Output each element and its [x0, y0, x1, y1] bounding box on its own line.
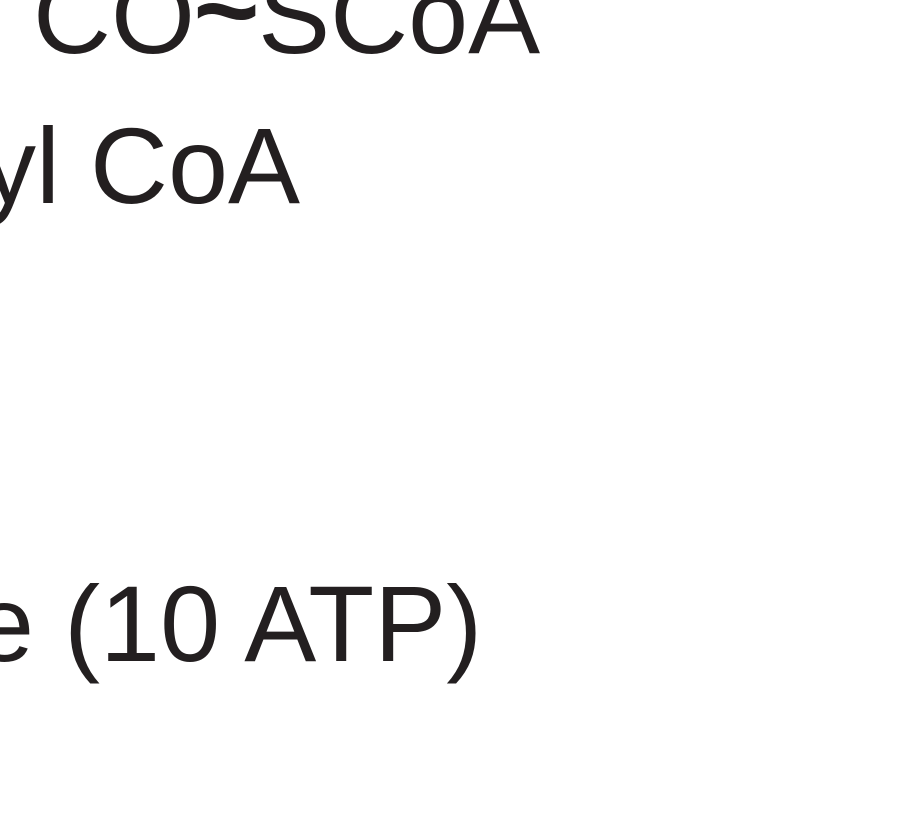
coa-compound-label: yl CoA	[0, 105, 301, 226]
diagram-canvas: CO~SCoA yl CoA e (10 ATP)	[0, 0, 900, 840]
acyl-formula-text: CO~SCoA	[33, 0, 540, 70]
formula-prefix: CO	[33, 0, 195, 76]
atp-yield-label: e (10 ATP)	[0, 563, 483, 684]
thioester-bond-symbol: ~	[193, 0, 260, 70]
formula-suffix: SCoA	[258, 0, 541, 76]
